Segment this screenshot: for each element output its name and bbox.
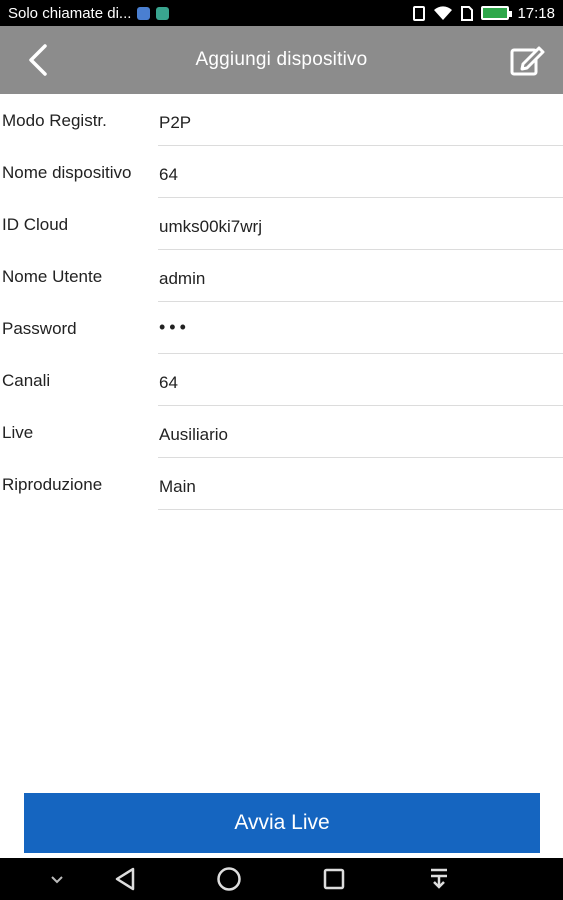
form-row-channels[interactable]: Canali 64 [0, 354, 563, 406]
row-label: Modo Registr. [2, 111, 107, 130]
row-value[interactable]: P2P [159, 113, 191, 133]
row-label: ID Cloud [2, 215, 69, 234]
row-label: Nome Utente [2, 267, 103, 286]
home-circle-icon [217, 867, 241, 891]
status-bar: Solo chiamate di... 17:18 [0, 0, 563, 26]
notification-text: Solo chiamate di... [8, 4, 132, 22]
navigation-bar [0, 858, 563, 900]
sim-icon [461, 5, 474, 21]
password-field[interactable]: ••• [159, 317, 190, 338]
form-row-password[interactable]: Password ••• [0, 302, 563, 354]
row-label: Live [2, 423, 34, 442]
row-label: Password [2, 319, 77, 338]
message-notification-icon [156, 6, 170, 20]
row-value[interactable]: Main [159, 477, 196, 497]
nav-notification-button[interactable] [424, 866, 454, 892]
row-value[interactable]: 64 [159, 373, 178, 393]
nav-recents-button[interactable] [319, 866, 349, 892]
chevron-left-icon [29, 44, 47, 76]
form-row-username[interactable]: Nome Utente admin [0, 250, 563, 302]
notification-pull-icon [431, 868, 447, 889]
hide-keyboard-button[interactable] [42, 866, 72, 892]
status-time: 17:18 [517, 4, 555, 22]
row-divider [158, 509, 563, 510]
nav-back-button[interactable] [110, 866, 140, 892]
back-button[interactable] [20, 42, 56, 78]
app-notification-icon [137, 6, 151, 20]
row-value[interactable]: umks00ki7wrj [159, 217, 262, 237]
hide-keyboard-icon [51, 876, 63, 884]
app-header: Aggiungi dispositivo [0, 26, 563, 94]
recents-square-icon [323, 868, 345, 890]
form-row-live[interactable]: Live Ausiliario [0, 406, 563, 458]
form-row-cloud-id[interactable]: ID Cloud umks00ki7wrj [0, 198, 563, 250]
edit-button[interactable] [507, 40, 547, 80]
row-value[interactable]: Ausiliario [159, 425, 228, 445]
start-live-button[interactable]: Avvia Live [24, 793, 540, 853]
row-value[interactable]: admin [159, 269, 205, 289]
row-label: Nome dispositivo [2, 163, 132, 182]
row-value[interactable]: 64 [159, 165, 178, 185]
wifi-icon [433, 5, 453, 21]
vibrate-icon [413, 5, 426, 21]
battery-icon [481, 6, 513, 20]
edit-icon [510, 46, 545, 76]
back-triangle-icon [115, 867, 135, 891]
row-label: Canali [2, 371, 51, 390]
form-row-registration-mode[interactable]: Modo Registr. P2P [0, 94, 563, 146]
row-label: Riproduzione [2, 475, 103, 494]
form-row-device-name[interactable]: Nome dispositivo 64 [0, 146, 563, 198]
page-title: Aggiungi dispositivo [195, 49, 368, 70]
nav-home-button[interactable] [214, 866, 244, 892]
form-row-playback[interactable]: Riproduzione Main [0, 458, 563, 510]
device-form: Modo Registr. P2P Nome dispositivo 64 ID… [0, 94, 563, 510]
